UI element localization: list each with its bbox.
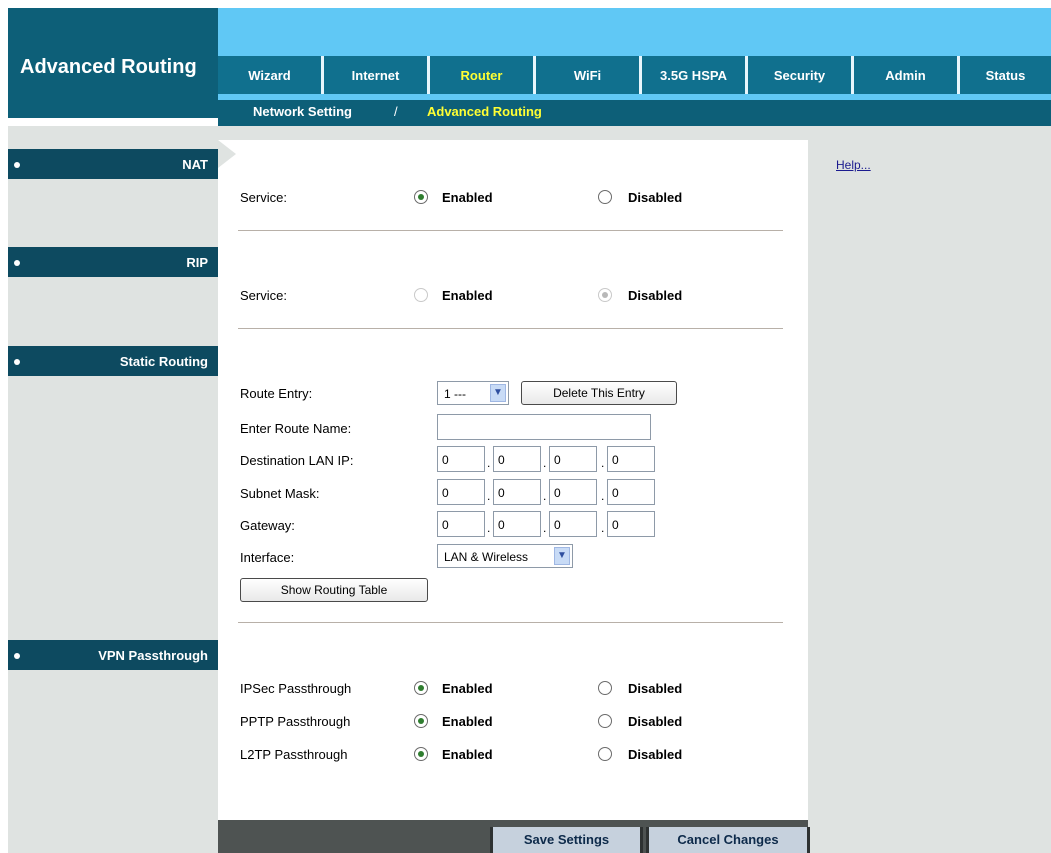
pptp-label: PPTP Passthrough (240, 714, 351, 729)
pptp-disabled-label: Disabled (628, 714, 683, 729)
tab-wizard[interactable]: Wizard (218, 56, 324, 94)
show-routing-table-button[interactable]: Show Routing Table (240, 578, 428, 602)
ipsec-enabled-label: Enabled (442, 681, 493, 696)
gateway-octet-3[interactable]: 0 (549, 511, 597, 537)
divider (238, 328, 783, 329)
pptp-enabled-radio[interactable] (414, 714, 428, 728)
interface-select[interactable]: LAN & Wireless ▼ (437, 544, 573, 568)
ip-separator: . (543, 521, 547, 535)
dest-ip-octet-3[interactable]: 0 (549, 446, 597, 472)
ip-separator: . (487, 489, 491, 503)
interface-value: LAN & Wireless (444, 550, 529, 564)
bullet-dot-icon (14, 260, 20, 266)
ip-separator: . (487, 521, 491, 535)
l2tp-label: L2TP Passthrough (240, 747, 348, 762)
gateway-octet-4[interactable]: 0 (607, 511, 655, 537)
ipsec-disabled-label: Disabled (628, 681, 683, 696)
dest-ip-octet-1[interactable]: 0 (437, 446, 485, 472)
subnav-network-setting[interactable]: Network Setting (253, 104, 352, 119)
l2tp-enabled-radio[interactable] (414, 747, 428, 761)
page-title: Advanced Routing (20, 56, 197, 78)
brand-panel: Advanced Routing (8, 8, 218, 118)
help-link[interactable]: Help... (836, 158, 871, 172)
ip-separator: . (487, 456, 491, 470)
mask-octet-2[interactable]: 0 (493, 479, 541, 505)
tab-router[interactable]: Router (430, 56, 536, 94)
main-top-strip (218, 126, 808, 140)
ip-separator: . (543, 456, 547, 470)
rip-disabled-radio[interactable] (598, 288, 612, 302)
ip-separator: . (601, 521, 605, 535)
rip-enabled-radio[interactable] (414, 288, 428, 302)
left-sidebar (8, 126, 218, 853)
route-entry-label: Route Entry: (240, 386, 313, 401)
section-title-nat: NAT (182, 157, 208, 172)
tab-status[interactable]: Status (960, 56, 1051, 94)
rip-service-label: Service: (240, 288, 287, 303)
mask-octet-3[interactable]: 0 (549, 479, 597, 505)
subnav-separator: / (394, 104, 398, 119)
help-panel (808, 126, 1051, 853)
dest-ip-octet-4[interactable]: 0 (607, 446, 655, 472)
route-name-label: Enter Route Name: (240, 421, 352, 436)
mask-octet-4[interactable]: 0 (607, 479, 655, 505)
route-name-input[interactable] (437, 414, 651, 440)
dest-lan-ip-label: Destination LAN IP: (240, 453, 354, 468)
gateway-label: Gateway: (240, 518, 295, 533)
mask-octet-1[interactable]: 0 (437, 479, 485, 505)
route-entry-select[interactable]: 1 --- ▼ (437, 381, 509, 405)
pptp-enabled-label: Enabled (442, 714, 493, 729)
nat-service-label: Service: (240, 190, 287, 205)
interface-label: Interface: (240, 550, 295, 565)
nat-disabled-label: Disabled (628, 190, 683, 205)
tab-internet[interactable]: Internet (324, 56, 430, 94)
nat-enabled-radio[interactable] (414, 190, 428, 204)
section-bar-vpn-passthrough: VPN Passthrough (8, 640, 218, 670)
divider (238, 622, 783, 623)
l2tp-disabled-label: Disabled (628, 747, 683, 762)
rip-enabled-label: Enabled (442, 288, 493, 303)
chevron-down-icon[interactable]: ▼ (554, 547, 570, 565)
ipsec-disabled-radio[interactable] (598, 681, 612, 695)
gateway-octet-2[interactable]: 0 (493, 511, 541, 537)
gateway-octet-1[interactable]: 0 (437, 511, 485, 537)
section-title-rip: RIP (186, 255, 208, 270)
bullet-dot-icon (14, 359, 20, 365)
chevron-down-icon[interactable]: ▼ (490, 384, 506, 402)
section-pointer (218, 140, 236, 168)
nat-enabled-label: Enabled (442, 190, 493, 205)
section-title-vpn-passthrough: VPN Passthrough (98, 648, 208, 663)
route-entry-value: 1 --- (444, 387, 466, 401)
section-bar-nat: NAT (8, 149, 218, 179)
tab-wifi[interactable]: WiFi (536, 56, 642, 94)
subnet-mask-label: Subnet Mask: (240, 486, 320, 501)
rip-disabled-label: Disabled (628, 288, 683, 303)
bullet-dot-icon (14, 653, 20, 659)
section-bar-rip: RIP (8, 247, 218, 277)
tab-3-5g-hspa[interactable]: 3.5G HSPA (642, 56, 748, 94)
nat-disabled-radio[interactable] (598, 190, 612, 204)
pptp-disabled-radio[interactable] (598, 714, 612, 728)
l2tp-disabled-radio[interactable] (598, 747, 612, 761)
ip-separator: . (601, 456, 605, 470)
ipsec-label: IPSec Passthrough (240, 681, 352, 696)
cancel-changes-button[interactable]: Cancel Changes (646, 827, 810, 853)
dest-ip-octet-2[interactable]: 0 (493, 446, 541, 472)
ip-separator: . (601, 489, 605, 503)
ip-separator: . (543, 489, 547, 503)
subnav-advanced-routing[interactable]: Advanced Routing (427, 104, 542, 119)
tab-security[interactable]: Security (748, 56, 854, 94)
delete-entry-button[interactable]: Delete This Entry (521, 381, 677, 405)
ipsec-enabled-radio[interactable] (414, 681, 428, 695)
tab-admin[interactable]: Admin (854, 56, 960, 94)
l2tp-enabled-label: Enabled (442, 747, 493, 762)
section-bar-static-routing: Static Routing (8, 346, 218, 376)
divider (238, 230, 783, 231)
bullet-dot-icon (14, 162, 20, 168)
save-settings-button[interactable]: Save Settings (490, 827, 643, 853)
section-title-static-routing: Static Routing (119, 354, 208, 369)
